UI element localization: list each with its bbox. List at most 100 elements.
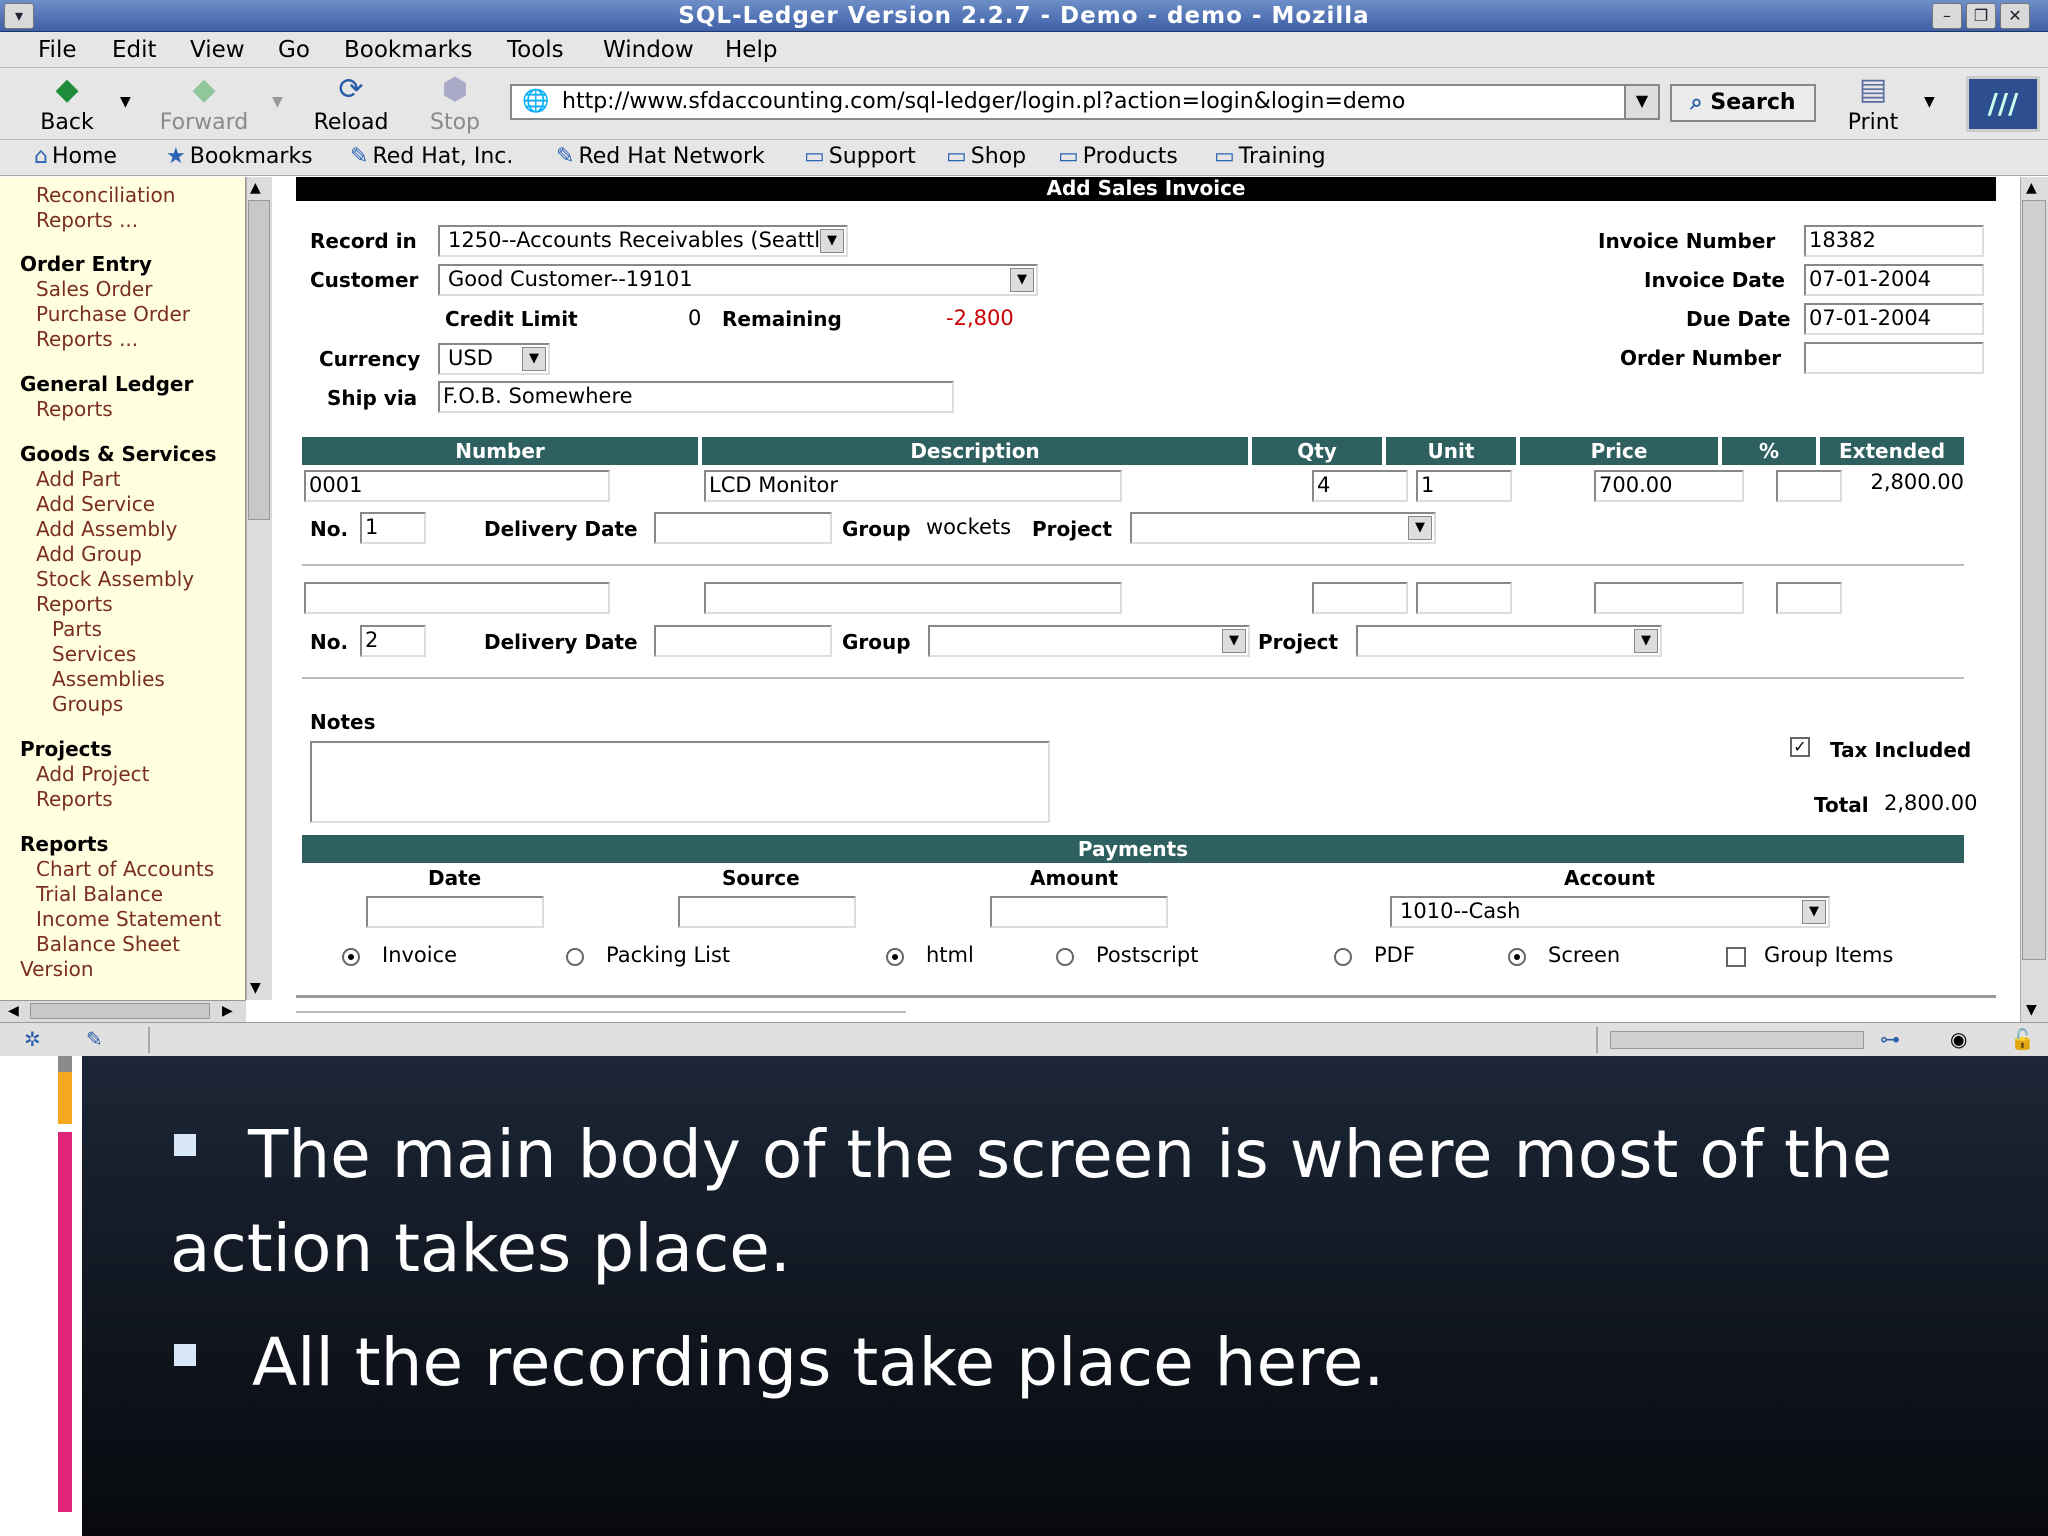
- home-button[interactable]: ⌂ Home: [34, 144, 117, 169]
- sidebar-heading-order-entry[interactable]: Order Entry: [20, 252, 152, 276]
- packing-list-radio[interactable]: [566, 948, 584, 966]
- stop-button[interactable]: ⬢ Stop: [422, 72, 488, 135]
- maximize-icon[interactable]: ❐: [1966, 3, 1996, 29]
- line1-discount-input[interactable]: [1776, 470, 1842, 502]
- sidebar-item-add-project[interactable]: Add Project: [36, 762, 150, 786]
- sidebar-heading-projects[interactable]: Projects: [20, 737, 112, 761]
- scroll-left-icon[interactable]: ◀: [8, 1003, 19, 1019]
- forward-button[interactable]: ◆ Forward: [156, 72, 252, 135]
- invoice-number-input[interactable]: 18382: [1804, 225, 1984, 257]
- sidebar-item-services[interactable]: Services: [52, 642, 136, 666]
- composer-icon[interactable]: ✎: [86, 1027, 103, 1051]
- menu-help[interactable]: Help: [725, 37, 777, 63]
- invoice-radio[interactable]: [342, 948, 360, 966]
- line2-project-select[interactable]: ▼: [1356, 625, 1662, 657]
- sidebar-item-trial-balance[interactable]: Trial Balance: [36, 882, 163, 906]
- tax-included-checkbox[interactable]: ✓: [1790, 737, 1810, 757]
- menu-edit[interactable]: Edit: [112, 37, 157, 63]
- line1-unit-input[interactable]: 1: [1416, 470, 1512, 502]
- payment-account-select[interactable]: 1010--Cash ▼: [1390, 896, 1830, 928]
- sidebar-item-chart-of-accounts[interactable]: Chart of Accounts: [36, 857, 214, 881]
- customer-select[interactable]: Good Customer--19101 ▼: [438, 264, 1038, 296]
- order-number-input[interactable]: [1804, 342, 1984, 374]
- scroll-right-icon[interactable]: ▶: [222, 1003, 233, 1019]
- line2-description-input[interactable]: [704, 582, 1122, 614]
- scroll-up-icon[interactable]: ▲: [2026, 180, 2037, 196]
- sidebar-item-goods-reports[interactable]: Reports: [36, 592, 113, 616]
- shop-folder[interactable]: ▭ Shop: [946, 144, 1026, 169]
- redhat-inc-link[interactable]: ✎ Red Hat, Inc.: [350, 144, 513, 169]
- menu-view[interactable]: View: [190, 37, 245, 63]
- currency-select[interactable]: USD ▼: [438, 343, 550, 375]
- pdf-radio[interactable]: [1334, 948, 1352, 966]
- line1-qty-input[interactable]: 4: [1312, 470, 1408, 502]
- sidebar-scroll-thumb[interactable]: [248, 200, 270, 520]
- invoice-date-input[interactable]: 07-01-2004: [1804, 264, 1984, 296]
- sidebar-heading-goods-services[interactable]: Goods & Services: [20, 442, 217, 466]
- scroll-down-icon[interactable]: ▼: [250, 980, 261, 996]
- mozilla-throbber-icon[interactable]: ///: [1966, 76, 2040, 132]
- sidebar-item-purchase-order[interactable]: Purchase Order: [36, 302, 190, 326]
- sidebar-item-assemblies[interactable]: Assemblies: [52, 667, 165, 691]
- online-status-icon[interactable]: ⊶: [1880, 1027, 1900, 1051]
- training-folder[interactable]: ▭ Training: [1214, 144, 1326, 169]
- reload-button[interactable]: ⟳ Reload: [308, 72, 394, 135]
- sidebar-item-reconciliation[interactable]: Reconciliation: [36, 183, 175, 207]
- print-dropdown-icon[interactable]: ▼: [1924, 94, 1935, 110]
- support-folder[interactable]: ▭ Support: [804, 144, 916, 169]
- security-lock-icon[interactable]: 🔓: [2010, 1027, 2035, 1051]
- forward-dropdown-icon[interactable]: ▼: [272, 94, 283, 110]
- line2-no-input[interactable]: 2: [360, 625, 426, 657]
- menu-tools[interactable]: Tools: [507, 37, 564, 63]
- back-dropdown-icon[interactable]: ▼: [120, 94, 131, 110]
- line2-unit-input[interactable]: [1416, 582, 1512, 614]
- search-button[interactable]: ⌕ Search: [1670, 84, 1816, 122]
- menu-window[interactable]: Window: [603, 37, 694, 63]
- sidebar-item-stock-assembly[interactable]: Stock Assembly: [36, 567, 194, 591]
- line1-no-input[interactable]: 1: [360, 512, 426, 544]
- sidebar-item-balance-sheet[interactable]: Balance Sheet: [36, 932, 180, 956]
- payment-source-input[interactable]: [678, 896, 856, 928]
- menu-file[interactable]: File: [38, 37, 77, 63]
- postscript-radio[interactable]: [1056, 948, 1074, 966]
- record-in-select[interactable]: 1250--Accounts Receivables (Seattle) ▼: [438, 225, 848, 257]
- payment-date-input[interactable]: [366, 896, 544, 928]
- sidebar-item-add-service[interactable]: Add Service: [36, 492, 155, 516]
- line1-price-input[interactable]: 700.00: [1594, 470, 1744, 502]
- menu-bookmarks[interactable]: Bookmarks: [344, 37, 473, 63]
- sidebar-heading-general-ledger[interactable]: General Ledger: [20, 372, 193, 396]
- sidebar-horizontal-scrollbar[interactable]: ◀ ▶: [0, 1000, 246, 1022]
- print-button[interactable]: ▤ Print: [1836, 72, 1910, 135]
- sidebar-item-reports[interactable]: Reports ...: [36, 208, 138, 232]
- group-items-checkbox[interactable]: [1726, 947, 1746, 967]
- main-scroll-thumb[interactable]: [2022, 200, 2046, 960]
- sidebar-item-sales-order[interactable]: Sales Order: [36, 277, 152, 301]
- line2-qty-input[interactable]: [1312, 582, 1408, 614]
- back-button[interactable]: ◆ Back: [34, 72, 100, 135]
- cookie-icon[interactable]: ◉: [1950, 1027, 1967, 1051]
- navigator-icon[interactable]: ✲: [24, 1027, 41, 1051]
- sidebar-item-add-group[interactable]: Add Group: [36, 542, 142, 566]
- sidebar-item-project-reports[interactable]: Reports: [36, 787, 113, 811]
- menu-go[interactable]: Go: [278, 37, 310, 63]
- screen-radio[interactable]: [1508, 948, 1526, 966]
- sidebar-item-groups[interactable]: Groups: [52, 692, 123, 716]
- due-date-input[interactable]: 07-01-2004: [1804, 303, 1984, 335]
- url-dropdown-icon[interactable]: ▼: [1624, 84, 1660, 120]
- scroll-down-icon[interactable]: ▼: [2026, 1002, 2037, 1018]
- close-icon[interactable]: ✕: [2000, 3, 2030, 29]
- line2-price-input[interactable]: [1594, 582, 1744, 614]
- bookmarks-button[interactable]: ★ Bookmarks: [166, 144, 313, 169]
- redhat-network-link[interactable]: ✎ Red Hat Network: [556, 144, 765, 169]
- ship-via-input[interactable]: F.O.B. Somewhere: [438, 381, 954, 413]
- line1-delivery-date-input[interactable]: [654, 512, 832, 544]
- line2-number-input[interactable]: [304, 582, 610, 614]
- line2-group-select[interactable]: ▼: [928, 625, 1250, 657]
- minimize-icon[interactable]: –: [1932, 3, 1962, 29]
- scroll-up-icon[interactable]: ▲: [250, 180, 261, 196]
- sidebar-item-parts[interactable]: Parts: [52, 617, 102, 641]
- html-radio[interactable]: [886, 948, 904, 966]
- payment-amount-input[interactable]: [990, 896, 1168, 928]
- line2-delivery-date-input[interactable]: [654, 625, 832, 657]
- horizontal-scroll-thumb[interactable]: [30, 1003, 210, 1019]
